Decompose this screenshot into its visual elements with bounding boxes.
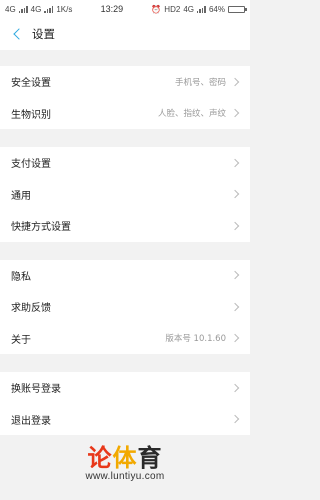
chevron-right-icon: [230, 221, 240, 230]
chevron-right-icon: [230, 158, 240, 167]
row-general[interactable]: 通用: [0, 179, 250, 211]
status-time: 13:29: [100, 4, 124, 14]
network-type-2: 4G: [30, 4, 42, 14]
row-about[interactable]: 关于 版本号 10.1.60: [0, 323, 250, 355]
row-label: 支付设置: [11, 159, 51, 171]
back-arrow-icon[interactable]: [10, 27, 24, 41]
row-value: 人脸、指纹、声纹: [157, 109, 226, 120]
signal-icon-right: [196, 5, 206, 13]
network-speed: 1K/s: [56, 4, 73, 14]
page-title: 设置: [32, 27, 55, 41]
row-value: 手机号、密码: [174, 77, 226, 88]
hd-indicator: HD2: [164, 4, 181, 14]
battery-icon: [228, 5, 247, 13]
row-privacy[interactable]: 隐私: [0, 260, 250, 292]
row-label: 求助反馈: [11, 303, 51, 315]
settings-group-privacy: 隐私 求助反馈 关于 版本号 10.1.60: [0, 259, 250, 355]
chevron-right-icon: [230, 77, 240, 86]
chevron-right-icon: [230, 383, 240, 392]
row-label: 安全设置: [11, 78, 51, 90]
chevron-right-icon: [230, 334, 240, 343]
status-right: ⏰ HD2 4G 64%: [151, 4, 247, 14]
chevron-right-icon: [230, 415, 240, 424]
settings-group-account: 换账号登录 退出登录: [0, 372, 250, 435]
logo-char-3: 育: [137, 444, 163, 472]
row-logout[interactable]: 退出登录: [0, 404, 250, 436]
row-security-settings[interactable]: 安全设置 手机号、密码: [0, 66, 250, 98]
row-help-feedback[interactable]: 求助反馈: [0, 291, 250, 323]
version-value: 版本号 10.1.60: [165, 334, 226, 345]
settings-group-security: 安全设置 手机号、密码 生物识别 人脸、指纹、声纹: [0, 66, 250, 129]
row-biometrics[interactable]: 生物识别 人脸、指纹、声纹: [0, 98, 250, 130]
chevron-right-icon: [230, 190, 240, 199]
watermark: 论 体 育 www.luntiyu.com: [0, 438, 250, 482]
logo-char-1: 论: [87, 444, 113, 472]
row-shortcut-settings[interactable]: 快捷方式设置: [0, 210, 250, 242]
chevron-right-icon: [230, 109, 240, 118]
chevron-right-icon: [230, 302, 240, 311]
logo-char-2: 体: [112, 444, 138, 472]
row-label: 生物识别: [11, 109, 51, 121]
status-left: 4G 4G 1K/s: [5, 5, 72, 14]
row-label: 退出登录: [11, 415, 51, 427]
battery-percent: 64%: [208, 4, 225, 14]
settings-group-general: 支付设置 通用 快捷方式设置: [0, 147, 250, 242]
row-switch-account[interactable]: 换账号登录: [0, 372, 250, 404]
row-label: 隐私: [11, 271, 31, 283]
header: 设置: [0, 18, 250, 50]
chevron-right-icon: [230, 271, 240, 280]
alarm-icon: ⏰: [151, 4, 162, 14]
signal-icon-2: [44, 5, 54, 13]
row-label: 通用: [11, 190, 31, 202]
row-label: 换账号登录: [11, 384, 61, 396]
watermark-url: www.luntiyu.com: [85, 471, 165, 482]
network-type-1: 4G: [5, 4, 16, 14]
network-type-right: 4G: [183, 4, 194, 14]
row-payment-settings[interactable]: 支付设置: [0, 147, 250, 179]
status-bar: 4G 4G 1K/s 13:29 ⏰ HD2 4G 64%: [0, 0, 250, 18]
watermark-logo: 论 体 育: [88, 438, 163, 473]
row-label: 关于: [11, 334, 31, 346]
signal-icon: [18, 5, 28, 13]
row-label: 快捷方式设置: [11, 222, 71, 234]
